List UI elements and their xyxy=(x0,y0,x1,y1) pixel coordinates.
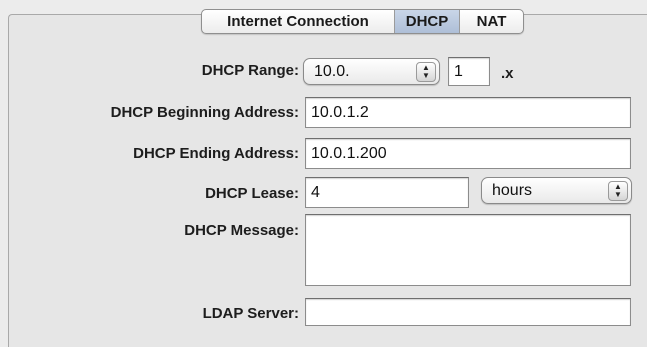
up-down-arrows-icon: ▲ ▼ xyxy=(608,181,628,201)
dhcp-range-label: DHCP Range: xyxy=(201,62,299,79)
ldap-input[interactable] xyxy=(305,298,631,326)
tab-internet-connection[interactable]: Internet Connection xyxy=(202,10,395,33)
beginning-address-input[interactable]: 10.0.1.2 xyxy=(305,97,631,128)
up-down-arrows-icon: ▲ ▼ xyxy=(416,62,436,82)
lease-input[interactable]: 4 xyxy=(305,177,469,208)
tab-dhcp[interactable]: DHCP xyxy=(395,10,460,33)
ending-address-input[interactable]: 10.0.1.200 xyxy=(305,138,631,169)
dhcp-range-octet-input[interactable]: 1 xyxy=(448,57,490,86)
tab-nat[interactable]: NAT xyxy=(460,10,523,33)
lease-unit-value: hours xyxy=(492,182,533,199)
beginning-address-label: DHCP Beginning Address: xyxy=(110,104,299,121)
dhcp-range-popup[interactable]: 10.0. ▲ ▼ xyxy=(303,58,440,85)
lease-label: DHCP Lease: xyxy=(205,185,299,202)
dhcp-range-suffix: .x xyxy=(501,65,514,82)
message-textarea[interactable] xyxy=(305,214,631,286)
dhcp-range-popup-value: 10.0. xyxy=(314,63,350,80)
ending-address-label: DHCP Ending Address: xyxy=(133,145,299,162)
lease-unit-popup[interactable]: hours ▲ ▼ xyxy=(481,177,632,204)
message-label: DHCP Message: xyxy=(184,222,299,239)
tab-bar: Internet Connection DHCP NAT xyxy=(201,9,524,34)
ldap-label: LDAP Server: xyxy=(202,305,299,322)
